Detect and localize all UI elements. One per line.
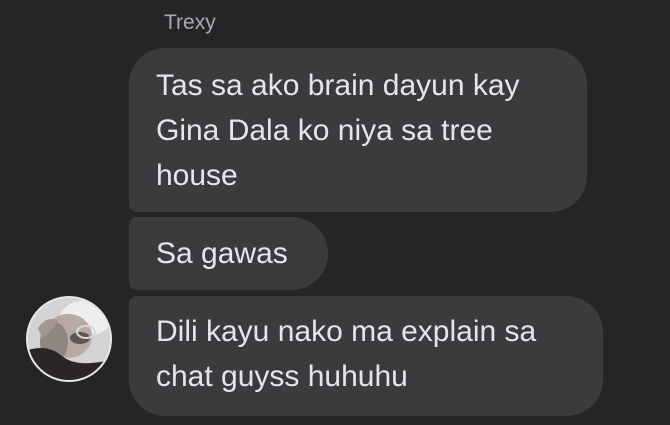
message-text: Dili kayu nako ma explain sa chat guyss …: [156, 315, 537, 393]
message-text: Tas sa ako brain dayun kay Gina Dala ko …: [156, 69, 520, 192]
message-bubble[interactable]: Tas sa ako brain dayun kay Gina Dala ko …: [129, 48, 587, 212]
avatar[interactable]: [26, 296, 112, 382]
user-photo-avatar-icon: [28, 298, 110, 380]
message-text: Sa gawas: [156, 237, 288, 270]
sender-name: Trexy: [164, 11, 216, 34]
message-bubble[interactable]: Dili kayu nako ma explain sa chat guyss …: [129, 296, 603, 416]
message-bubble[interactable]: Sa gawas: [129, 217, 328, 290]
